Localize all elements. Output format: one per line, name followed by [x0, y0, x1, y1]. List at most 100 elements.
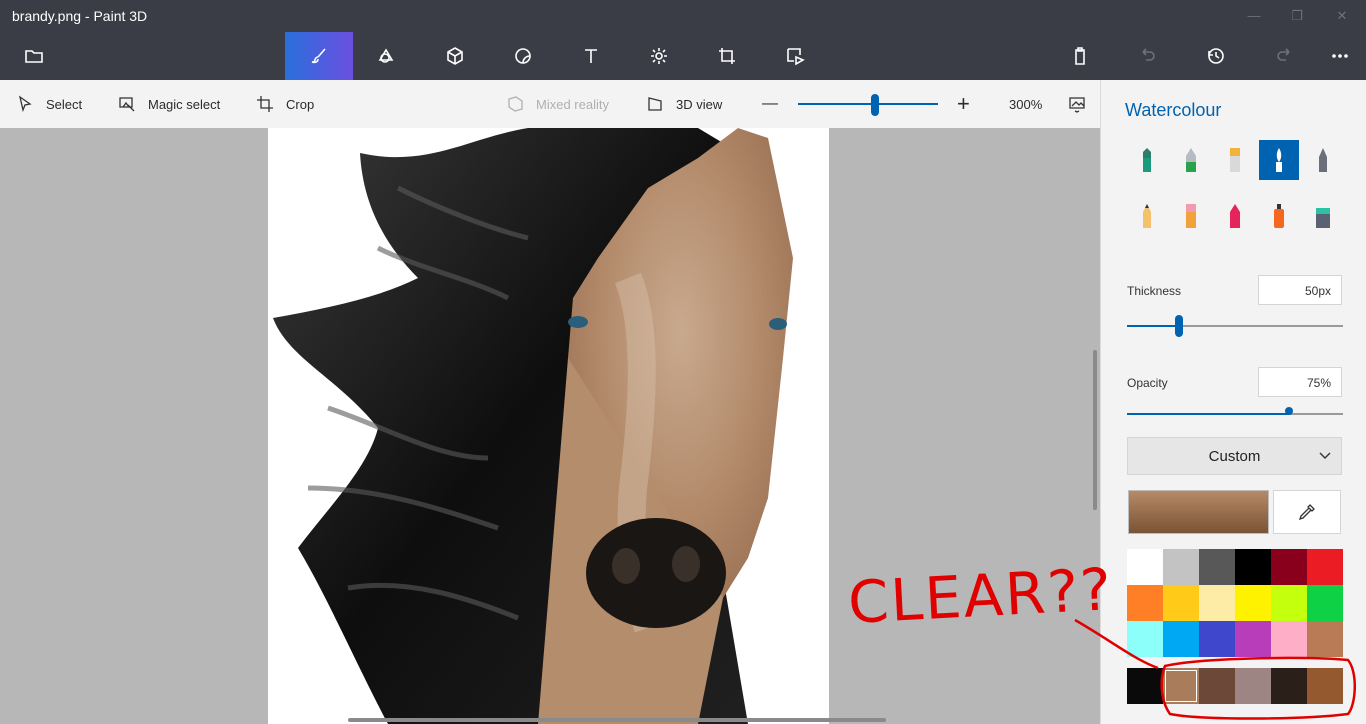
3d-view-button[interactable]: 3D view [646, 80, 722, 128]
menu-icon [25, 50, 43, 63]
brush-panel: Watercolour Thickness 50px Opacity 75% C… [1100, 80, 1366, 724]
custom-color-swatch[interactable] [1127, 668, 1163, 704]
calligraphy-pen-brush-button[interactable] [1171, 140, 1211, 180]
custom-color-swatch[interactable] [1163, 668, 1199, 704]
crop-button[interactable]: Crop [256, 80, 314, 128]
crop-label: Crop [286, 96, 315, 112]
marker-brush-button[interactable] [1127, 140, 1167, 180]
eyedropper-icon [1298, 504, 1315, 521]
palette-swatch[interactable] [1271, 549, 1307, 585]
palette-swatch[interactable] [1163, 585, 1199, 621]
spray-can-brush-button[interactable] [1259, 196, 1299, 236]
brushes-tab[interactable] [285, 32, 353, 80]
zoom-slider-track[interactable] [798, 103, 938, 105]
zoom-out-button[interactable]: — [762, 80, 778, 128]
custom-color-swatch[interactable] [1199, 668, 1235, 704]
3d-shapes-tab[interactable] [421, 32, 489, 80]
marker-icon [1143, 148, 1151, 172]
2d-shapes-icon [378, 48, 394, 63]
more-icon [1332, 54, 1348, 58]
magic-select-button[interactable]: Magic select [118, 80, 220, 128]
palette-swatch[interactable] [1199, 585, 1235, 621]
close-button[interactable]: ✕ [1332, 6, 1352, 26]
crayon-brush-button[interactable] [1215, 196, 1255, 236]
history-icon [1208, 48, 1224, 64]
palette-swatch[interactable] [1235, 549, 1271, 585]
3d-library-tab[interactable] [761, 32, 829, 80]
current-color-swatch[interactable] [1128, 490, 1269, 534]
3d-shapes-icon [447, 47, 463, 65]
palette-swatch[interactable] [1127, 621, 1163, 657]
stickers-icon [515, 48, 531, 64]
opacity-label: Opacity [1127, 376, 1168, 390]
palette-swatch[interactable] [1271, 585, 1307, 621]
undo-button[interactable] [1114, 32, 1182, 80]
zoom-in-button[interactable]: + [957, 80, 970, 128]
palette-swatch[interactable] [1199, 621, 1235, 657]
drawing-canvas[interactable] [268, 128, 829, 724]
horizontal-scrollbar[interactable] [348, 718, 886, 722]
vertical-scrollbar[interactable] [1093, 350, 1097, 510]
palette-swatch[interactable] [1163, 621, 1199, 657]
thickness-slider-fill [1127, 325, 1179, 327]
color-mode-dropdown[interactable]: Custom [1127, 437, 1342, 475]
thickness-slider-thumb[interactable] [1174, 315, 1183, 337]
watercolour-brush-button[interactable] [1259, 140, 1299, 180]
stickers-tab[interactable] [489, 32, 557, 80]
fill-brush-button[interactable] [1303, 196, 1343, 236]
menu-button[interactable] [0, 32, 68, 80]
effects-icon [651, 48, 667, 64]
palette-swatch[interactable] [1307, 549, 1343, 585]
palette-swatch[interactable] [1307, 621, 1343, 657]
undo-icon [1142, 48, 1155, 61]
palette-swatch[interactable] [1163, 549, 1199, 585]
2d-shapes-tab[interactable] [353, 32, 421, 80]
paste-icon [1075, 47, 1085, 65]
paste-button[interactable] [1046, 32, 1114, 80]
window-title: brandy.png - Paint 3D [12, 8, 148, 24]
palette-swatch[interactable] [1127, 585, 1163, 621]
canvas-tab[interactable] [693, 32, 761, 80]
palette-swatch[interactable] [1235, 621, 1271, 657]
zoom-level: 300% [1009, 80, 1042, 128]
oil-brush-icon [1230, 148, 1240, 172]
opacity-input[interactable]: 75% [1258, 367, 1342, 397]
eraser-brush-button[interactable] [1171, 196, 1211, 236]
maximize-button[interactable]: ❐ [1287, 6, 1307, 26]
3d-library-icon [787, 48, 805, 66]
history-button[interactable] [1182, 32, 1250, 80]
effects-tab[interactable] [625, 32, 693, 80]
zoom-in-icon: + [957, 91, 970, 116]
custom-color-swatch[interactable] [1235, 668, 1271, 704]
more-button[interactable] [1306, 32, 1366, 80]
mixed-reality-button[interactable]: Mixed reality [506, 80, 609, 128]
custom-color-swatch[interactable] [1271, 668, 1307, 704]
fill-icon [1316, 208, 1330, 228]
annotation-text: CLEAR?? [846, 555, 1115, 637]
palette-swatch[interactable] [1199, 549, 1235, 585]
thickness-input[interactable]: 50px [1258, 275, 1342, 305]
opacity-slider-thumb[interactable] [1285, 407, 1293, 415]
custom-color-swatch[interactable] [1307, 668, 1343, 704]
palette-swatch[interactable] [1271, 621, 1307, 657]
select-button[interactable]: Select [16, 80, 82, 128]
eyedropper-button[interactable] [1273, 490, 1341, 534]
horse-painting [273, 128, 793, 724]
pencil-brush-button[interactable] [1127, 196, 1167, 236]
main-ribbon [0, 32, 1366, 80]
zoom-slider-thumb[interactable] [871, 94, 879, 116]
cursor-icon [18, 95, 32, 113]
oil-brush-brush-button[interactable] [1215, 140, 1255, 180]
image-icon [1069, 97, 1085, 113]
redo-icon [1277, 48, 1290, 61]
palette-swatch[interactable] [1235, 585, 1271, 621]
minimize-button[interactable]: — [1244, 6, 1264, 26]
view-options-button[interactable] [1068, 80, 1086, 128]
opacity-slider-fill [1127, 413, 1289, 415]
text-tab[interactable] [557, 32, 625, 80]
palette-swatch[interactable] [1307, 585, 1343, 621]
pixel-pen-brush-button[interactable] [1303, 140, 1343, 180]
mixed-reality-icon [508, 96, 523, 112]
select-label: Select [46, 96, 83, 112]
palette-swatch[interactable] [1127, 549, 1163, 585]
